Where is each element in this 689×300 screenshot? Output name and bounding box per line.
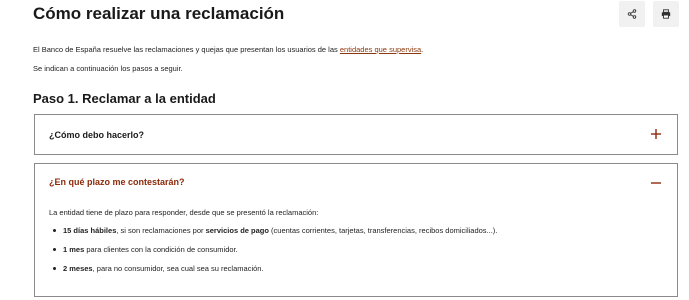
- list-item: 2 meses, para no consumidor, sea cual se…: [49, 264, 659, 273]
- accordion-question[interactable]: ¿En qué plazo me contestarán?: [49, 177, 185, 187]
- print-icon: [661, 9, 671, 19]
- accordion-response-time[interactable]: ¿En qué plazo me contestarán? La entidad…: [34, 163, 678, 297]
- intro-end: .: [421, 45, 424, 54]
- accordion-question[interactable]: ¿Cómo debo hacerlo?: [49, 130, 144, 140]
- list-item: 15 días hábiles, si son reclamaciones po…: [49, 226, 659, 235]
- list-item: 1 mes para clientes con la condición de …: [49, 245, 659, 254]
- print-button[interactable]: [653, 1, 679, 27]
- deadline-intro: La entidad tiene de plazo para responder…: [49, 208, 319, 217]
- share-button[interactable]: [619, 1, 645, 27]
- deadline-value: 15 días hábiles: [63, 226, 117, 235]
- intro-text: El Banco de España resuelve las reclamac…: [33, 45, 340, 54]
- plus-icon[interactable]: [649, 127, 663, 141]
- payment-services-term: servicios de pago: [205, 226, 269, 235]
- deadline-text: , si son reclamaciones por: [116, 226, 206, 235]
- accordion-content: La entidad tiene de plazo para responder…: [49, 208, 659, 283]
- deadline-text: , para no consumidor, sea cual sea su re…: [92, 264, 264, 273]
- deadline-value: 2 meses: [63, 264, 93, 273]
- deadline-text: (cuentas corrientes, tarjetas, transfere…: [268, 226, 498, 235]
- deadline-value: 1 mes: [63, 245, 85, 254]
- deadline-text: para clientes con la condición de consum…: [84, 245, 238, 254]
- step-title: Paso 1. Reclamar a la entidad: [33, 91, 216, 106]
- intro-paragraph: El Banco de España resuelve las reclamac…: [33, 45, 423, 54]
- share-icon: [627, 9, 637, 19]
- minus-icon[interactable]: [649, 176, 663, 190]
- accordion-how-to[interactable]: ¿Cómo debo hacerlo?: [34, 114, 678, 155]
- intro-steps-text: Se indican a continuación los pasos a se…: [33, 64, 183, 73]
- page-title: Cómo realizar una reclamación: [33, 4, 285, 23]
- deadline-list: 15 días hábiles, si son reclamaciones po…: [49, 226, 659, 273]
- supervised-entities-link[interactable]: entidades que supervisa: [340, 45, 421, 54]
